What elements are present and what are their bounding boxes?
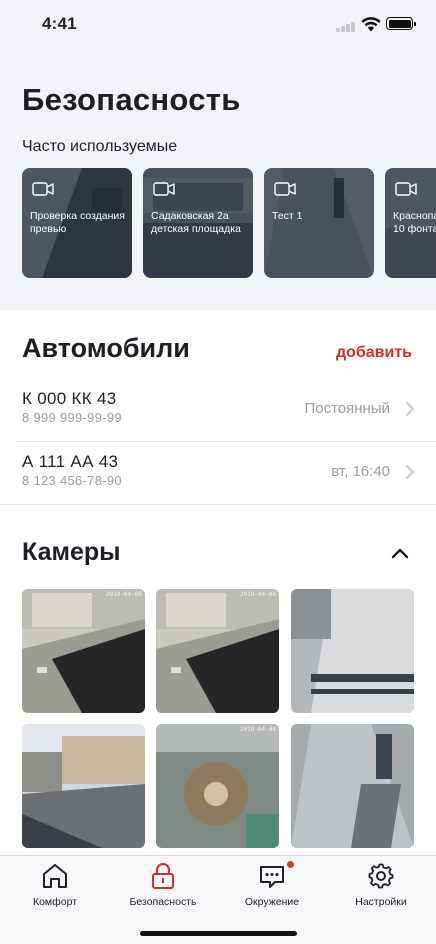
tab-settings[interactable]: Настройки xyxy=(331,862,431,918)
car-owner-phone: 8 999 999-99-99 xyxy=(22,410,122,425)
camera-snapshot-image xyxy=(291,589,414,713)
page-title: Безопасность xyxy=(22,82,241,117)
camera-snapshot-image xyxy=(22,724,145,848)
car-list-item[interactable]: К 000 КК 43 8 999 999-99-99 Постоянный xyxy=(0,379,436,441)
chevron-right-icon xyxy=(406,465,414,479)
car-plate: К 000 КК 43 xyxy=(22,389,117,408)
video-camera-icon xyxy=(395,182,417,196)
favorite-camera-caption: Проверка создания превью xyxy=(30,210,125,235)
camera-thumbnail[interactable]: 2019-04-08 xyxy=(156,724,279,848)
favorite-camera-caption: Краснопартизанская 10 фонтан xyxy=(393,210,436,235)
camera-timestamp: 2019-04-08 xyxy=(239,726,276,733)
camera-snapshot-image xyxy=(22,589,145,713)
video-camera-icon xyxy=(274,182,296,196)
home-indicator[interactable] xyxy=(140,931,297,936)
chevron-right-icon xyxy=(406,402,414,416)
gear-icon xyxy=(368,863,394,889)
tab-label: Настройки xyxy=(355,896,407,908)
camera-thumbnail[interactable] xyxy=(22,724,145,848)
chevron-up-icon[interactable] xyxy=(389,545,411,561)
car-list-item[interactable]: А 111 АА 43 8 123 456-78-90 вт, 16:40 xyxy=(0,442,436,504)
wifi-icon xyxy=(361,17,381,32)
cellular-signal-icon xyxy=(336,22,358,32)
tab-label: Окружение xyxy=(244,896,300,908)
favorite-camera-card[interactable]: Краснопартизанская 10 фонтан xyxy=(385,168,436,278)
camera-snapshot-image xyxy=(291,724,414,848)
camera-snapshot-image xyxy=(156,589,279,713)
camera-timestamp: 2019-04-08 xyxy=(105,591,142,598)
car-last-seen: вт, 16:40 xyxy=(331,463,390,480)
lock-icon xyxy=(152,863,174,889)
favorite-camera-card[interactable]: Проверка создания превью xyxy=(22,168,132,278)
tab-environment[interactable]: Окружение xyxy=(222,861,322,918)
camera-timestamp: 2019-04-08 xyxy=(239,591,276,598)
cars-section-title: Автомобили xyxy=(22,333,190,363)
status-bar: 4:41 xyxy=(0,0,436,50)
favorites-label: Часто используемые xyxy=(22,138,178,155)
car-access-status: Постоянный xyxy=(304,400,390,417)
tab-security[interactable]: Безопасность xyxy=(113,862,213,918)
chat-icon xyxy=(260,866,284,888)
tab-label: Безопасность xyxy=(129,896,197,908)
video-camera-icon xyxy=(153,182,175,196)
tab-label: Комфорт xyxy=(32,896,78,908)
favorites-carousel[interactable]: Проверка создания превью Садаковская 2а … xyxy=(22,168,436,279)
battery-icon xyxy=(386,17,416,30)
cameras-section-title: Камеры xyxy=(22,538,121,566)
status-time: 4:41 xyxy=(42,14,77,33)
video-camera-icon xyxy=(32,182,54,196)
header-area: 4:41 Безопасность Часто используемые Про… xyxy=(0,0,436,310)
home-icon xyxy=(43,864,67,888)
camera-snapshot-image xyxy=(156,724,279,848)
list-divider xyxy=(0,504,436,505)
favorite-camera-card[interactable]: Садаковская 2а детская площадка xyxy=(143,168,253,278)
car-owner-phone: 8 123 456-78-90 xyxy=(22,473,122,488)
camera-thumbnail[interactable]: 2019-04-08 xyxy=(22,589,145,713)
add-car-button[interactable]: добавить xyxy=(336,344,412,362)
favorite-camera-caption: Тест 1 xyxy=(272,210,303,222)
favorite-camera-caption: Садаковская 2а детская площадка xyxy=(151,210,241,235)
notification-badge xyxy=(287,861,294,868)
camera-thumbnail[interactable] xyxy=(291,724,414,848)
camera-thumbnail[interactable]: 2019-04-08 xyxy=(156,589,279,713)
tab-comfort[interactable]: Комфорт xyxy=(5,862,105,918)
car-plate: А 111 АА 43 xyxy=(22,452,119,471)
camera-thumbnail[interactable] xyxy=(291,589,414,713)
favorite-camera-card[interactable]: Тест 1 xyxy=(264,168,374,278)
